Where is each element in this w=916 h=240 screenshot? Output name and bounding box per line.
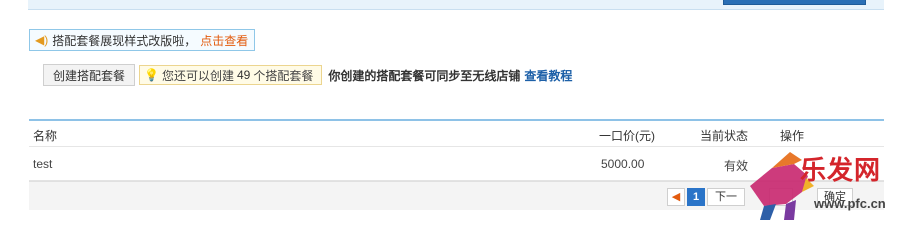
header-operations: 操作 (780, 129, 805, 143)
notice-text: 搭配套餐展现样式改版啦， (52, 33, 197, 48)
header-name: 名称 (33, 129, 58, 143)
speaker-icon: ◀) (35, 33, 49, 47)
prev-page-button[interactable]: ◀ (667, 188, 685, 206)
tip-suffix: 个搭配套餐 (253, 68, 314, 83)
header-price: 一口价(元) (599, 129, 655, 143)
next-page-button[interactable]: 下一 (707, 188, 745, 206)
action-row: 创建搭配套餐 💡 您还可以创建 49 个搭配套餐 你创建的搭配套餐可同步至无线店… (43, 64, 572, 86)
notice-view-link[interactable]: 点击查看 (200, 32, 248, 49)
create-package-button[interactable]: 创建搭配套餐 (43, 64, 136, 86)
top-band-button[interactable] (723, 0, 866, 5)
tip-count: 49 (236, 68, 251, 82)
remaining-quota-tip: 💡 您还可以创建 49 个搭配套餐 (139, 65, 323, 85)
header-status: 当前状态 (700, 129, 749, 143)
watermark-text: 乐发网 (800, 156, 882, 186)
watermark-url: www.pfc.cn (814, 196, 886, 211)
lightbulb-icon: 💡 (144, 68, 159, 82)
table-header: 名称 一口价(元) 当前状态 操作 (29, 119, 884, 147)
watermark-logo: 乐发网 www.pfc.cn (742, 146, 916, 221)
redesign-notice: ◀) 搭配套餐展现样式改版啦， 点击查看 (29, 29, 256, 51)
tutorial-link[interactable]: 查看教程 (524, 67, 572, 84)
current-page[interactable]: 1 (687, 188, 705, 206)
row-name: test (33, 157, 53, 171)
row-price: 5000.00 (601, 157, 645, 171)
sync-text: 你创建的搭配套餐可同步至无线店铺 (328, 68, 521, 83)
tip-prefix: 您还可以创建 (161, 68, 234, 83)
